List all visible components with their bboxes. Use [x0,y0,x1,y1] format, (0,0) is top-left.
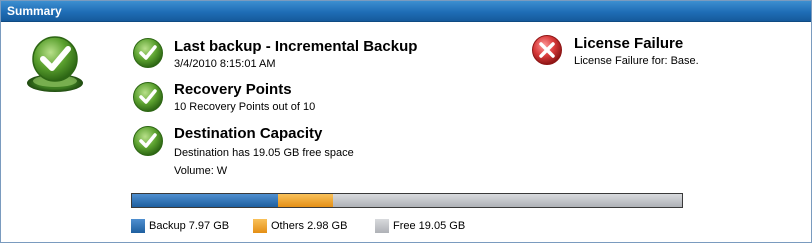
legend-others: Others 2.98 GB [253,219,373,233]
legend-label-backup: Backup 7.97 GB [149,220,230,232]
license-failure-detail: License Failure for: Base. [574,55,699,67]
capacity-bar [131,193,683,208]
destination-free-space: Destination has 19.05 GB free space [174,147,354,159]
checkmark-icon [133,126,163,156]
recovery-points-heading: Recovery Points [174,81,292,98]
checkmark-icon [133,38,163,68]
legend-swatch-free [375,219,389,233]
legend-free: Free 19.05 GB [375,219,495,233]
destination-volume: Volume: W [174,165,228,177]
error-x-icon [532,35,562,65]
last-backup-heading: Last backup - Incremental Backup [174,38,418,55]
panel-title: Summary [7,4,62,18]
legend-label-free: Free 19.05 GB [393,220,466,232]
legend-swatch-others [253,219,267,233]
capacity-segment-backup [132,194,279,207]
legend-swatch-backup [131,219,145,233]
large-checkmark-icon [27,36,83,92]
legend-label-others: Others 2.98 GB [271,220,348,232]
legend-backup: Backup 7.97 GB [131,219,251,233]
license-failure-heading: License Failure [574,35,684,52]
recovery-points-detail: 10 Recovery Points out of 10 [174,101,316,113]
title-bar: Summary [1,1,811,22]
summary-panel: Summary Last backup - Incremental Backup… [0,0,812,243]
checkmark-icon [133,82,163,112]
capacity-segment-others [278,194,333,207]
destination-capacity-heading: Destination Capacity [174,125,323,142]
last-backup-time: 3/4/2010 8:15:01 AM [174,58,276,70]
capacity-segment-free [332,194,682,207]
